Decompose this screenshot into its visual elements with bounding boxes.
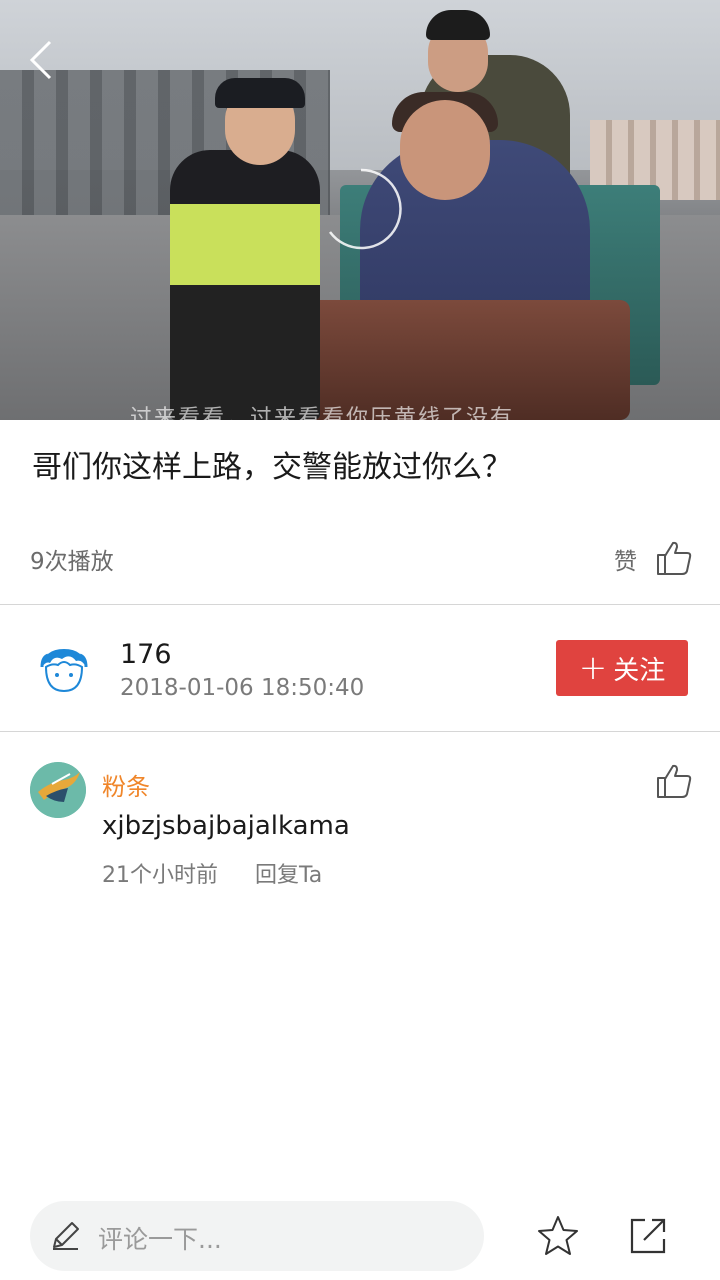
post-title: 哥们你这样上路，交警能放过你么？ (32, 450, 512, 485)
author-row: 176 2018-01-06 18:50:40 + 关注 (0, 605, 720, 731)
follow-label: 关注 (613, 655, 666, 686)
thumbs-up-icon[interactable] (654, 761, 694, 801)
loading-spinner-icon (318, 166, 404, 252)
follow-button[interactable]: + 关注 (556, 640, 688, 696)
commenter-name[interactable]: 粉条 (102, 767, 150, 802)
video-person-back-cap (426, 10, 490, 40)
video-player[interactable]: 过来看看，过来看看你压黄线了没有 (0, 0, 720, 420)
reply-link[interactable]: 回复Ta (255, 857, 322, 889)
video-driver-head (400, 100, 490, 200)
author-name[interactable]: 176 (120, 639, 172, 670)
video-subtitle: 过来看看，过来看看你压黄线了没有 (130, 406, 515, 420)
bottom-bar: 评论一下... (0, 1192, 720, 1280)
comment-input[interactable]: 评论一下... (30, 1201, 484, 1271)
star-icon[interactable] (536, 1214, 580, 1258)
commenter-avatar[interactable] (30, 762, 86, 818)
comment-item: 粉条 xjbzjsbajbajalkama 21个小时前 回复Ta (0, 745, 720, 895)
like-label[interactable]: 赞 (614, 542, 637, 576)
share-icon[interactable] (628, 1216, 668, 1256)
post-meta-row: 9次播放 赞 (0, 530, 720, 586)
comment-time: 21个小时前 (102, 863, 218, 888)
video-officer-cap (215, 78, 305, 108)
post-date: 2018-01-06 18:50:40 (120, 675, 365, 701)
divider (0, 731, 720, 732)
video-officer (170, 150, 320, 420)
pencil-icon (48, 1219, 82, 1253)
chevron-left-icon (22, 40, 62, 88)
thumbs-up-icon[interactable] (654, 538, 694, 578)
plus-icon: + (578, 648, 608, 688)
comment-text: xjbzjsbajbajalkama (102, 811, 350, 841)
comment-input-placeholder: 评论一下... (98, 1225, 222, 1254)
play-count: 9次播放 (30, 549, 114, 575)
back-button[interactable] (22, 36, 62, 84)
avatar[interactable] (40, 645, 88, 695)
